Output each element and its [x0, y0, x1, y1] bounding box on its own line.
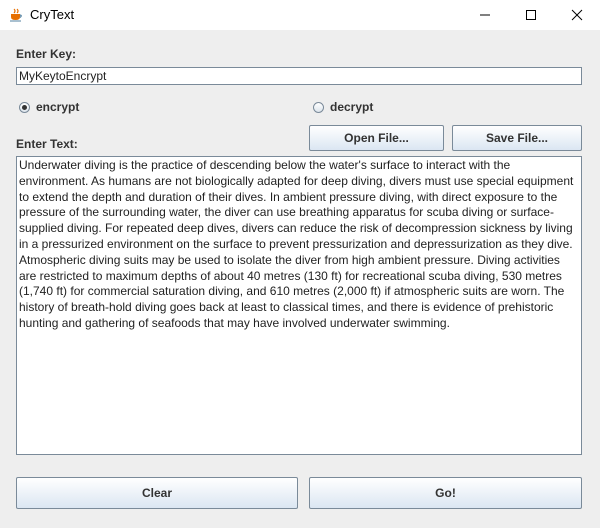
window-title: CryText	[30, 7, 75, 22]
text-input-area[interactable]: Underwater diving is the practice of des…	[16, 156, 582, 455]
encrypt-radio[interactable]: encrypt	[19, 100, 79, 114]
save-file-button[interactable]: Save File...	[452, 125, 582, 151]
maximize-button[interactable]	[508, 0, 554, 30]
maximize-icon	[526, 10, 536, 20]
title-bar[interactable]: CryText	[0, 0, 600, 30]
clear-button[interactable]: Clear	[16, 477, 298, 509]
close-button[interactable]	[554, 0, 600, 30]
encrypt-radio-label[interactable]: encrypt	[36, 100, 79, 114]
close-icon	[571, 9, 583, 21]
encrypt-radio-indicator[interactable]	[19, 101, 30, 113]
decrypt-radio-label[interactable]: decrypt	[330, 100, 373, 114]
go-button[interactable]: Go!	[309, 477, 582, 509]
minimize-button[interactable]	[462, 0, 508, 30]
key-input[interactable]	[16, 67, 582, 85]
open-file-button[interactable]: Open File...	[309, 125, 444, 151]
key-label: Enter Key:	[16, 47, 77, 61]
minimize-icon	[480, 14, 490, 16]
text-label: Enter Text:	[16, 137, 78, 151]
decrypt-radio[interactable]: decrypt	[313, 100, 373, 114]
decrypt-radio-indicator[interactable]	[313, 101, 324, 113]
java-cup-icon	[9, 8, 23, 22]
